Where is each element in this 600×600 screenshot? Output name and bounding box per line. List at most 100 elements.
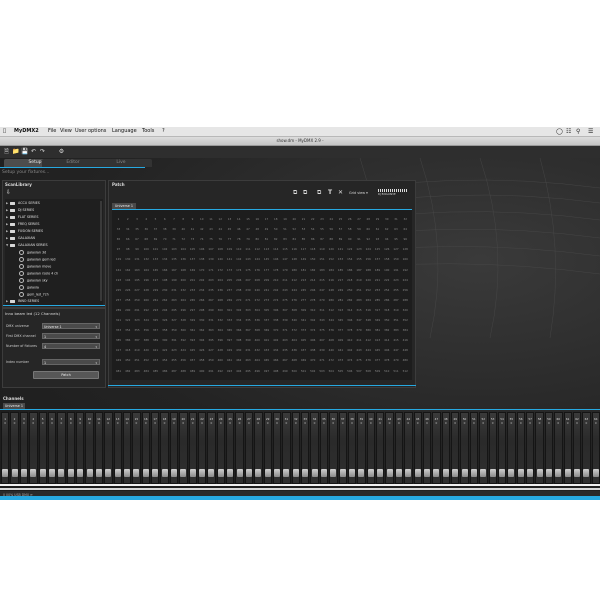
patch-cell[interactable]: 177 (262, 268, 271, 272)
patch-cell[interactable]: 295 (170, 308, 179, 312)
patch-cell[interactable]: 232 (179, 288, 188, 292)
patch-cell[interactable]: 81 (262, 237, 271, 241)
patch-cell[interactable]: 279 (318, 298, 327, 302)
patch-cell[interactable]: 441 (336, 348, 345, 352)
patch-cell[interactable]: 128 (401, 247, 410, 251)
patch-cell[interactable]: 94 (382, 237, 391, 241)
patch-cell[interactable]: 495 (244, 369, 253, 373)
patch-cell[interactable]: 206 (234, 278, 243, 282)
patch-cell[interactable]: 152 (327, 257, 336, 261)
patch-cell[interactable]: 248 (327, 288, 336, 292)
tree-item[interactable]: ▶ FREQ SERIES (6, 222, 40, 226)
patch-cell[interactable]: 79 (244, 237, 253, 241)
patch-cell[interactable]: 201 (188, 278, 197, 282)
patch-cell[interactable]: 496 (253, 369, 262, 373)
patch-cell[interactable]: 164 (142, 268, 151, 272)
patch-cell[interactable]: 155 (355, 257, 364, 261)
patch-cell[interactable]: 103 (170, 247, 179, 251)
redo-icon[interactable]: ↷ (39, 148, 46, 155)
menu-file[interactable]: File (48, 128, 56, 134)
patch-cell[interactable]: 101 (151, 247, 160, 251)
fader-knob[interactable] (292, 469, 299, 477)
menu-language[interactable]: Language (112, 128, 137, 134)
patch-cell[interactable]: 352 (401, 318, 410, 322)
patch-cell[interactable]: 431 (244, 348, 253, 352)
patch-cell[interactable]: 503 (318, 369, 327, 373)
patch-cell[interactable]: 9 (188, 217, 197, 221)
tree-item[interactable]: ▼ GALAXIAN SERIES (6, 243, 48, 247)
patch-cell[interactable]: 95 (392, 237, 401, 241)
patch-cell[interactable]: 162 (123, 268, 132, 272)
patch-cell[interactable]: 400 (253, 338, 262, 342)
patch-cell[interactable]: 46 (234, 227, 243, 231)
patch-cell[interactable]: 350 (382, 318, 391, 322)
patch-cell[interactable]: 356 (142, 328, 151, 332)
patch-cell[interactable]: 475 (355, 358, 364, 362)
patch-cell[interactable]: 2 (123, 217, 132, 221)
patch-cell[interactable]: 135 (170, 257, 179, 261)
patch-cell[interactable]: 210 (271, 278, 280, 282)
patch-cell[interactable]: 78 (234, 237, 243, 241)
fader-knob[interactable] (236, 469, 243, 477)
patch-cell[interactable]: 366 (234, 328, 243, 332)
patch-cell[interactable]: 343 (318, 318, 327, 322)
patch-cell[interactable]: 255 (392, 288, 401, 292)
number-of-fixtures-select[interactable]: 4 ▾ (42, 343, 100, 349)
patch-cell[interactable]: 437 (299, 348, 308, 352)
fader-knob[interactable] (170, 469, 177, 477)
patch-cell[interactable]: 6 (160, 217, 169, 221)
fader-knob[interactable] (545, 469, 552, 477)
fader-knob[interactable] (480, 469, 487, 477)
patch-cell[interactable]: 181 (299, 268, 308, 272)
patch-cell[interactable]: 396 (216, 338, 225, 342)
patch-cell[interactable]: 327 (170, 318, 179, 322)
patch-cell[interactable]: 310 (308, 308, 317, 312)
patch-cell[interactable]: 415 (392, 338, 401, 342)
patch-cell[interactable]: 118 (308, 247, 317, 251)
tree-item[interactable]: galaxian rsolo 4 ch (19, 271, 58, 276)
patch-cell[interactable]: 239 (244, 288, 253, 292)
fader-knob[interactable] (39, 469, 46, 477)
patch-cell[interactable]: 472 (327, 358, 336, 362)
patch-cell[interactable]: 144 (253, 257, 262, 261)
patch-cell[interactable]: 389 (151, 338, 160, 342)
tab-live[interactable]: Live (90, 159, 152, 167)
patch-cell[interactable]: 11 (207, 217, 216, 221)
patch-cell[interactable]: 127 (392, 247, 401, 251)
patch-cell[interactable]: 99 (133, 247, 142, 251)
patch-cell[interactable]: 139 (207, 257, 216, 261)
patch-cell[interactable]: 140 (216, 257, 225, 261)
patch-cell[interactable]: 196 (142, 278, 151, 282)
patch-cell[interactable]: 404 (290, 338, 299, 342)
patch-cell[interactable]: 331 (207, 318, 216, 322)
patch-cell[interactable]: 176 (253, 268, 262, 272)
patch-cell[interactable]: 235 (207, 288, 216, 292)
patch-cell[interactable]: 179 (281, 268, 290, 272)
patch-cell[interactable]: 446 (382, 348, 391, 352)
patch-cell[interactable]: 43 (207, 227, 216, 231)
fader-knob[interactable] (452, 469, 459, 477)
fader-knob[interactable] (414, 469, 421, 477)
patch-cell[interactable]: 12 (216, 217, 225, 221)
patch-cell[interactable]: 401 (262, 338, 271, 342)
delete-icon[interactable]: ✕ (338, 189, 343, 196)
patch-cell[interactable]: 438 (308, 348, 317, 352)
fader-knob[interactable] (114, 469, 121, 477)
fader-knob[interactable] (189, 469, 196, 477)
patch-cell[interactable]: 474 (345, 358, 354, 362)
patch-cell[interactable]: 296 (179, 308, 188, 312)
patch-cell[interactable]: 48 (253, 227, 262, 231)
undo-icon[interactable]: ↶ (30, 148, 37, 155)
fader-knob[interactable] (11, 469, 18, 477)
patch-cell[interactable]: 383 (392, 328, 401, 332)
patch-cell[interactable]: 112 (253, 247, 262, 251)
patch-cell[interactable]: 253 (373, 288, 382, 292)
patch-cell[interactable]: 278 (308, 298, 317, 302)
patch-cell[interactable]: 280 (327, 298, 336, 302)
patch-cell[interactable]: 175 (244, 268, 253, 272)
patch-cell[interactable]: 471 (318, 358, 327, 362)
patch-cell[interactable]: 462 (234, 358, 243, 362)
patch-cell[interactable]: 212 (290, 278, 299, 282)
patch-cell[interactable]: 97 (114, 247, 123, 251)
patch-cell[interactable]: 238 (234, 288, 243, 292)
